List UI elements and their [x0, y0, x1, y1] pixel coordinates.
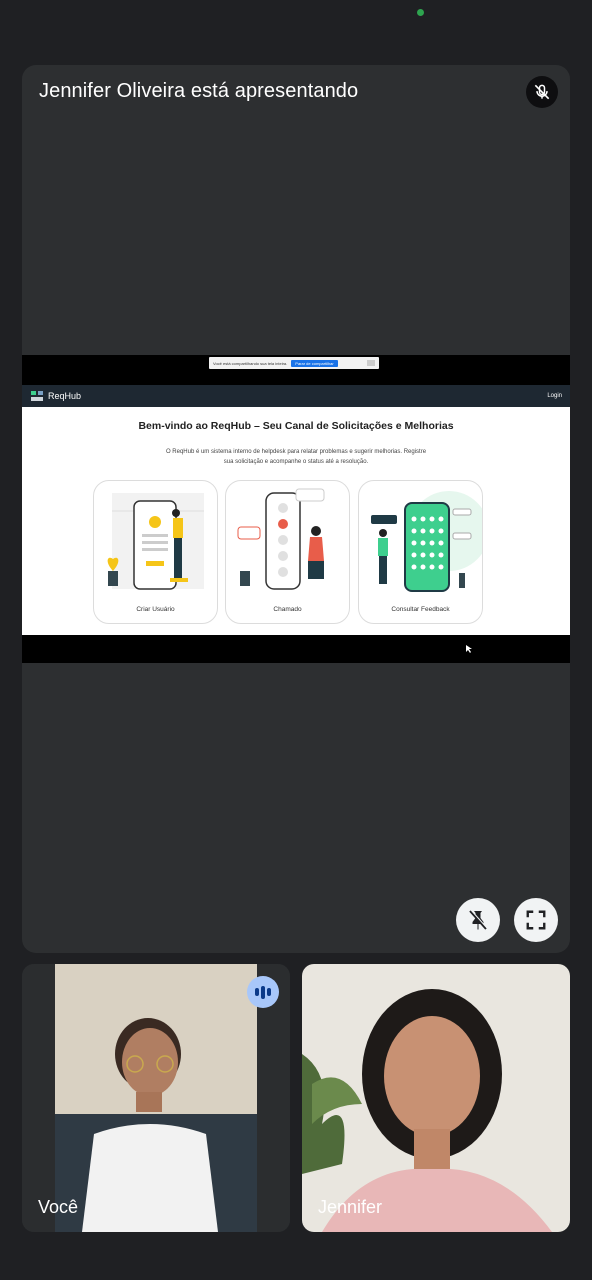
card-label: Consultar Feedback	[391, 606, 450, 613]
card-ticket[interactable]: Chamado	[225, 480, 350, 624]
camera-indicator	[417, 9, 424, 16]
hide-notice-button[interactable]	[367, 360, 375, 366]
participant-tile-jennifer[interactable]: Jennifer	[302, 964, 570, 1232]
card-feedback[interactable]: Consultar Feedback	[358, 480, 483, 624]
participant-tile-you[interactable]: Você	[22, 964, 290, 1232]
welcome-heading: Bem-vindo ao ReqHub – Seu Canal de Solic…	[138, 420, 454, 432]
feedback-illustration	[371, 491, 482, 592]
presenter-title: Jennifer Oliveira está apresentando	[39, 80, 359, 102]
stop-sharing-button[interactable]: Parar de compartilhar	[291, 359, 338, 367]
participant-video-you	[22, 964, 290, 1232]
card-label: Criar Usuário	[136, 606, 175, 613]
welcome-description: O ReqHub é um sistema interno de helpdes…	[165, 449, 427, 465]
mouse-cursor-icon	[466, 645, 472, 653]
reqhub-header: ReqHub Login	[22, 385, 570, 407]
screen-share-notice: Você está compartilhando sua tela inteir…	[209, 357, 379, 369]
card-create-user[interactable]: Criar Usuário	[93, 480, 218, 624]
share-notice-text: Você está compartilhando sua tela inteir…	[213, 360, 288, 366]
fullscreen-button[interactable]	[514, 898, 558, 942]
reqhub-logo-icon	[31, 391, 43, 401]
fullscreen-icon	[526, 910, 546, 930]
speaking-indicator-icon	[247, 976, 279, 1008]
ticket-illustration	[237, 488, 325, 590]
meet-call-screen: Jennifer Oliveira está apresentando Você…	[0, 0, 592, 1280]
participant-name: Jennifer	[318, 1197, 383, 1217]
create-user-illustration	[107, 493, 204, 590]
reqhub-name: ReqHub	[48, 391, 82, 401]
participant-name: Você	[38, 1197, 79, 1217]
unpin-button[interactable]	[456, 898, 500, 942]
shared-screen: Você está compartilhando sua tela inteir…	[22, 355, 570, 663]
participant-video-jennifer	[302, 964, 570, 1232]
login-link[interactable]: Login	[547, 393, 562, 399]
reqhub-home: Bem-vindo ao ReqHub – Seu Canal de Solic…	[22, 407, 570, 635]
card-label: Chamado	[273, 606, 302, 613]
presentation-tile[interactable]: Jennifer Oliveira está apresentando Você…	[22, 65, 570, 953]
pin-off-icon	[469, 909, 488, 930]
mic-off-icon	[526, 76, 558, 108]
